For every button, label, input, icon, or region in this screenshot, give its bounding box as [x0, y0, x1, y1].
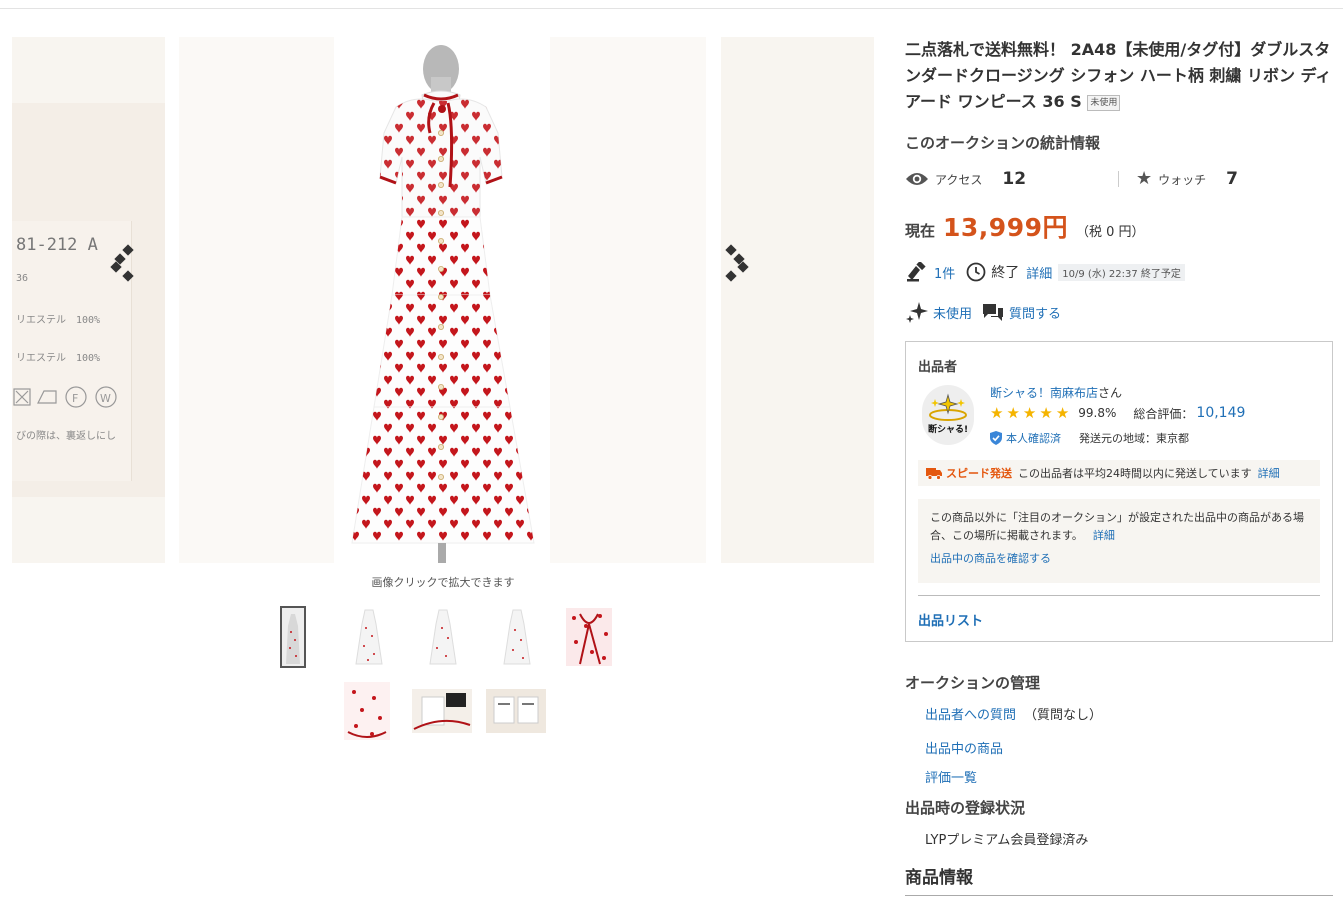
registration-title: 出品時の登録状況: [905, 799, 1026, 817]
end-detail-link[interactable]: 詳細: [1026, 263, 1052, 282]
current-price: 13,999円: [943, 213, 1068, 242]
product-info-divider: [905, 895, 1333, 896]
access-count: 12: [1002, 169, 1027, 189]
ask-seller-row: 出品者への質問 （質問なし）: [925, 704, 1102, 723]
access-label: アクセス: [935, 172, 983, 187]
eye-icon: [906, 173, 928, 185]
chat-icon: [983, 304, 1004, 321]
svg-text:F: F: [72, 392, 78, 405]
truck-icon: [926, 467, 942, 480]
gallery-slide-next[interactable]: [721, 37, 874, 563]
rating-percent: 99.8%: [1078, 406, 1117, 420]
reviews-link[interactable]: 評価一覧: [925, 767, 977, 786]
ship-region: 発送元の地域：東京都: [1079, 432, 1189, 445]
top-divider: [0, 8, 1343, 9]
care-label-photo: 81-212 A 36 リエステル 100% リエステル 100% F W びの…: [12, 103, 165, 497]
thumbnail[interactable]: [412, 689, 472, 733]
rating-star-icon: ★: [1022, 403, 1037, 422]
ask-question-link[interactable]: 質問する: [1009, 303, 1061, 322]
thumbnail[interactable]: [280, 606, 306, 668]
watch-stat: ★ ウォッチ 7: [1136, 166, 1238, 192]
thumbnail[interactable]: [346, 606, 392, 666]
rating-star-icon: ★: [1006, 403, 1020, 422]
thumbnail[interactable]: [420, 606, 466, 666]
sparkle-icon: [906, 302, 928, 323]
bid-count-link[interactable]: 1件: [934, 263, 955, 282]
price-tax: （税 0 円）: [1076, 225, 1145, 240]
speed-shipping-bar: スピード発送 この出品者は平均24時間以内に発送しています 詳細: [918, 460, 1320, 486]
care-symbols-icon: F W: [13, 386, 117, 408]
tag-text: 36: [16, 273, 29, 284]
ask-seller-link[interactable]: 出品者への質問: [925, 708, 1016, 723]
bid-meta-row: 1件 終了 詳細 10/9 (水) 22:37 終了予定: [905, 260, 1185, 284]
thumbnail[interactable]: [344, 682, 390, 740]
gallery-slide-prev[interactable]: 81-212 A 36 リエステル 100% リエステル 100% F W びの…: [12, 37, 165, 563]
gallery-caption: 画像クリックで拡大できます: [371, 576, 515, 589]
image-gallery[interactable]: 81-212 A 36 リエステル 100% リエステル 100% F W びの…: [12, 37, 874, 563]
star-icon: ★: [1136, 168, 1153, 189]
question-note: （質問なし）: [1024, 708, 1103, 723]
speed-shipping-text: この出品者は平均24時間以内に発送しています: [1018, 467, 1252, 480]
condition-row: 未使用 質問する: [905, 300, 1061, 324]
stats-title: このオークションの統計情報: [905, 134, 1101, 152]
access-stat: アクセス 12: [905, 166, 1026, 192]
seller-box-divider: [918, 595, 1320, 596]
tag-text: びの際は、裏返しにし: [16, 431, 116, 442]
product-info-title: 商品情報: [905, 868, 973, 888]
thumbnail[interactable]: [494, 606, 540, 666]
price-label: 現在: [905, 222, 936, 240]
rating-row: ★ ★ ★ ★ ★ 99.8% 総合評価： 10,149: [990, 402, 1245, 424]
gallery-slide-current[interactable]: [179, 37, 706, 563]
featured-auction-notice: この商品以外に「注目のオークション」が設定された出品中の商品がある場合、この場所…: [918, 499, 1320, 583]
seller-name-suffix: さん: [1098, 386, 1123, 400]
management-title: オークションの管理: [905, 674, 1041, 692]
thumbnail[interactable]: [566, 608, 612, 666]
item-info: 二点落札で送料無料！ 2A48【未使用/タグ付】ダブルスタンダードクロージング …: [905, 37, 1333, 115]
sparkles-logo-icon: [929, 393, 967, 421]
tag-text: リエステル 100%: [16, 315, 101, 326]
seller-name[interactable]: 断シャる！南麻布店: [990, 386, 1098, 400]
rating-star-icon: ★: [1055, 403, 1070, 422]
shield-check-icon: [990, 431, 1002, 445]
clock-icon: [966, 262, 986, 282]
dress-image: [351, 45, 535, 563]
tag-text: リエステル 100%: [16, 353, 101, 364]
stats-row: アクセス 12 ★ ウォッチ 7: [905, 166, 1333, 192]
tag-text: 81-212 A: [16, 235, 98, 255]
total-rating-link[interactable]: 10,149: [1196, 405, 1245, 421]
gavel-icon: [907, 262, 926, 282]
listing-list-link[interactable]: 出品リスト: [918, 610, 983, 629]
rating-star-icon: ★: [990, 403, 1004, 422]
seller-heading: 出品者: [918, 360, 958, 375]
seller-name-row[interactable]: 断シャる！南麻布店さん: [990, 384, 1122, 401]
verify-row: 本人確認済 発送元の地域：東京都: [990, 430, 1189, 446]
rating-star-icon: ★: [1039, 403, 1053, 422]
price-row: 現在 13,999円 （税 0 円）: [905, 208, 1145, 244]
gallery-prev-arrow-icon[interactable]: [110, 243, 138, 285]
watch-label: ウォッチ: [1158, 172, 1207, 187]
thumbnail[interactable]: [486, 689, 546, 733]
condition-link[interactable]: 未使用: [933, 303, 972, 322]
check-listings-link[interactable]: 出品中の商品を確認する: [930, 550, 1308, 568]
end-label: 終了: [991, 265, 1020, 281]
dress-photo[interactable]: [334, 37, 550, 563]
speed-detail-link[interactable]: 詳細: [1258, 465, 1280, 481]
svg-text:W: W: [100, 392, 111, 405]
verified-label: 本人確認済: [1006, 432, 1061, 445]
watch-count: 7: [1226, 169, 1238, 189]
speed-shipping-label: スピード発送: [946, 467, 1012, 480]
seller-avatar[interactable]: 断シャる!: [922, 385, 974, 445]
notice-text: この商品以外に「注目のオークション」が設定された出品中の商品がある場合、この場所…: [930, 511, 1304, 542]
total-rating-label: 総合評価：: [1133, 406, 1194, 421]
seller-box: 出品者 断シャる! 断シャる！南麻布店さん ★ ★ ★ ★ ★ 99.8% 総合…: [905, 341, 1333, 642]
notice-detail-link[interactable]: 詳細: [1093, 529, 1115, 542]
seller-items-link[interactable]: 出品中の商品: [925, 738, 1003, 757]
registration-status: LYPプレミアム会員登録済み: [925, 833, 1089, 848]
item-title: 二点落札で送料無料！ 2A48【未使用/タグ付】ダブルスタンダードクロージング …: [905, 37, 1333, 115]
gallery-next-arrow-icon[interactable]: [721, 243, 749, 285]
end-date: 10/9 (水) 22:37 終了予定: [1058, 263, 1185, 281]
avatar-logo-text: 断シャる!: [927, 425, 969, 435]
stats-divider: [1118, 171, 1119, 187]
condition-badge: 未使用: [1087, 94, 1121, 111]
